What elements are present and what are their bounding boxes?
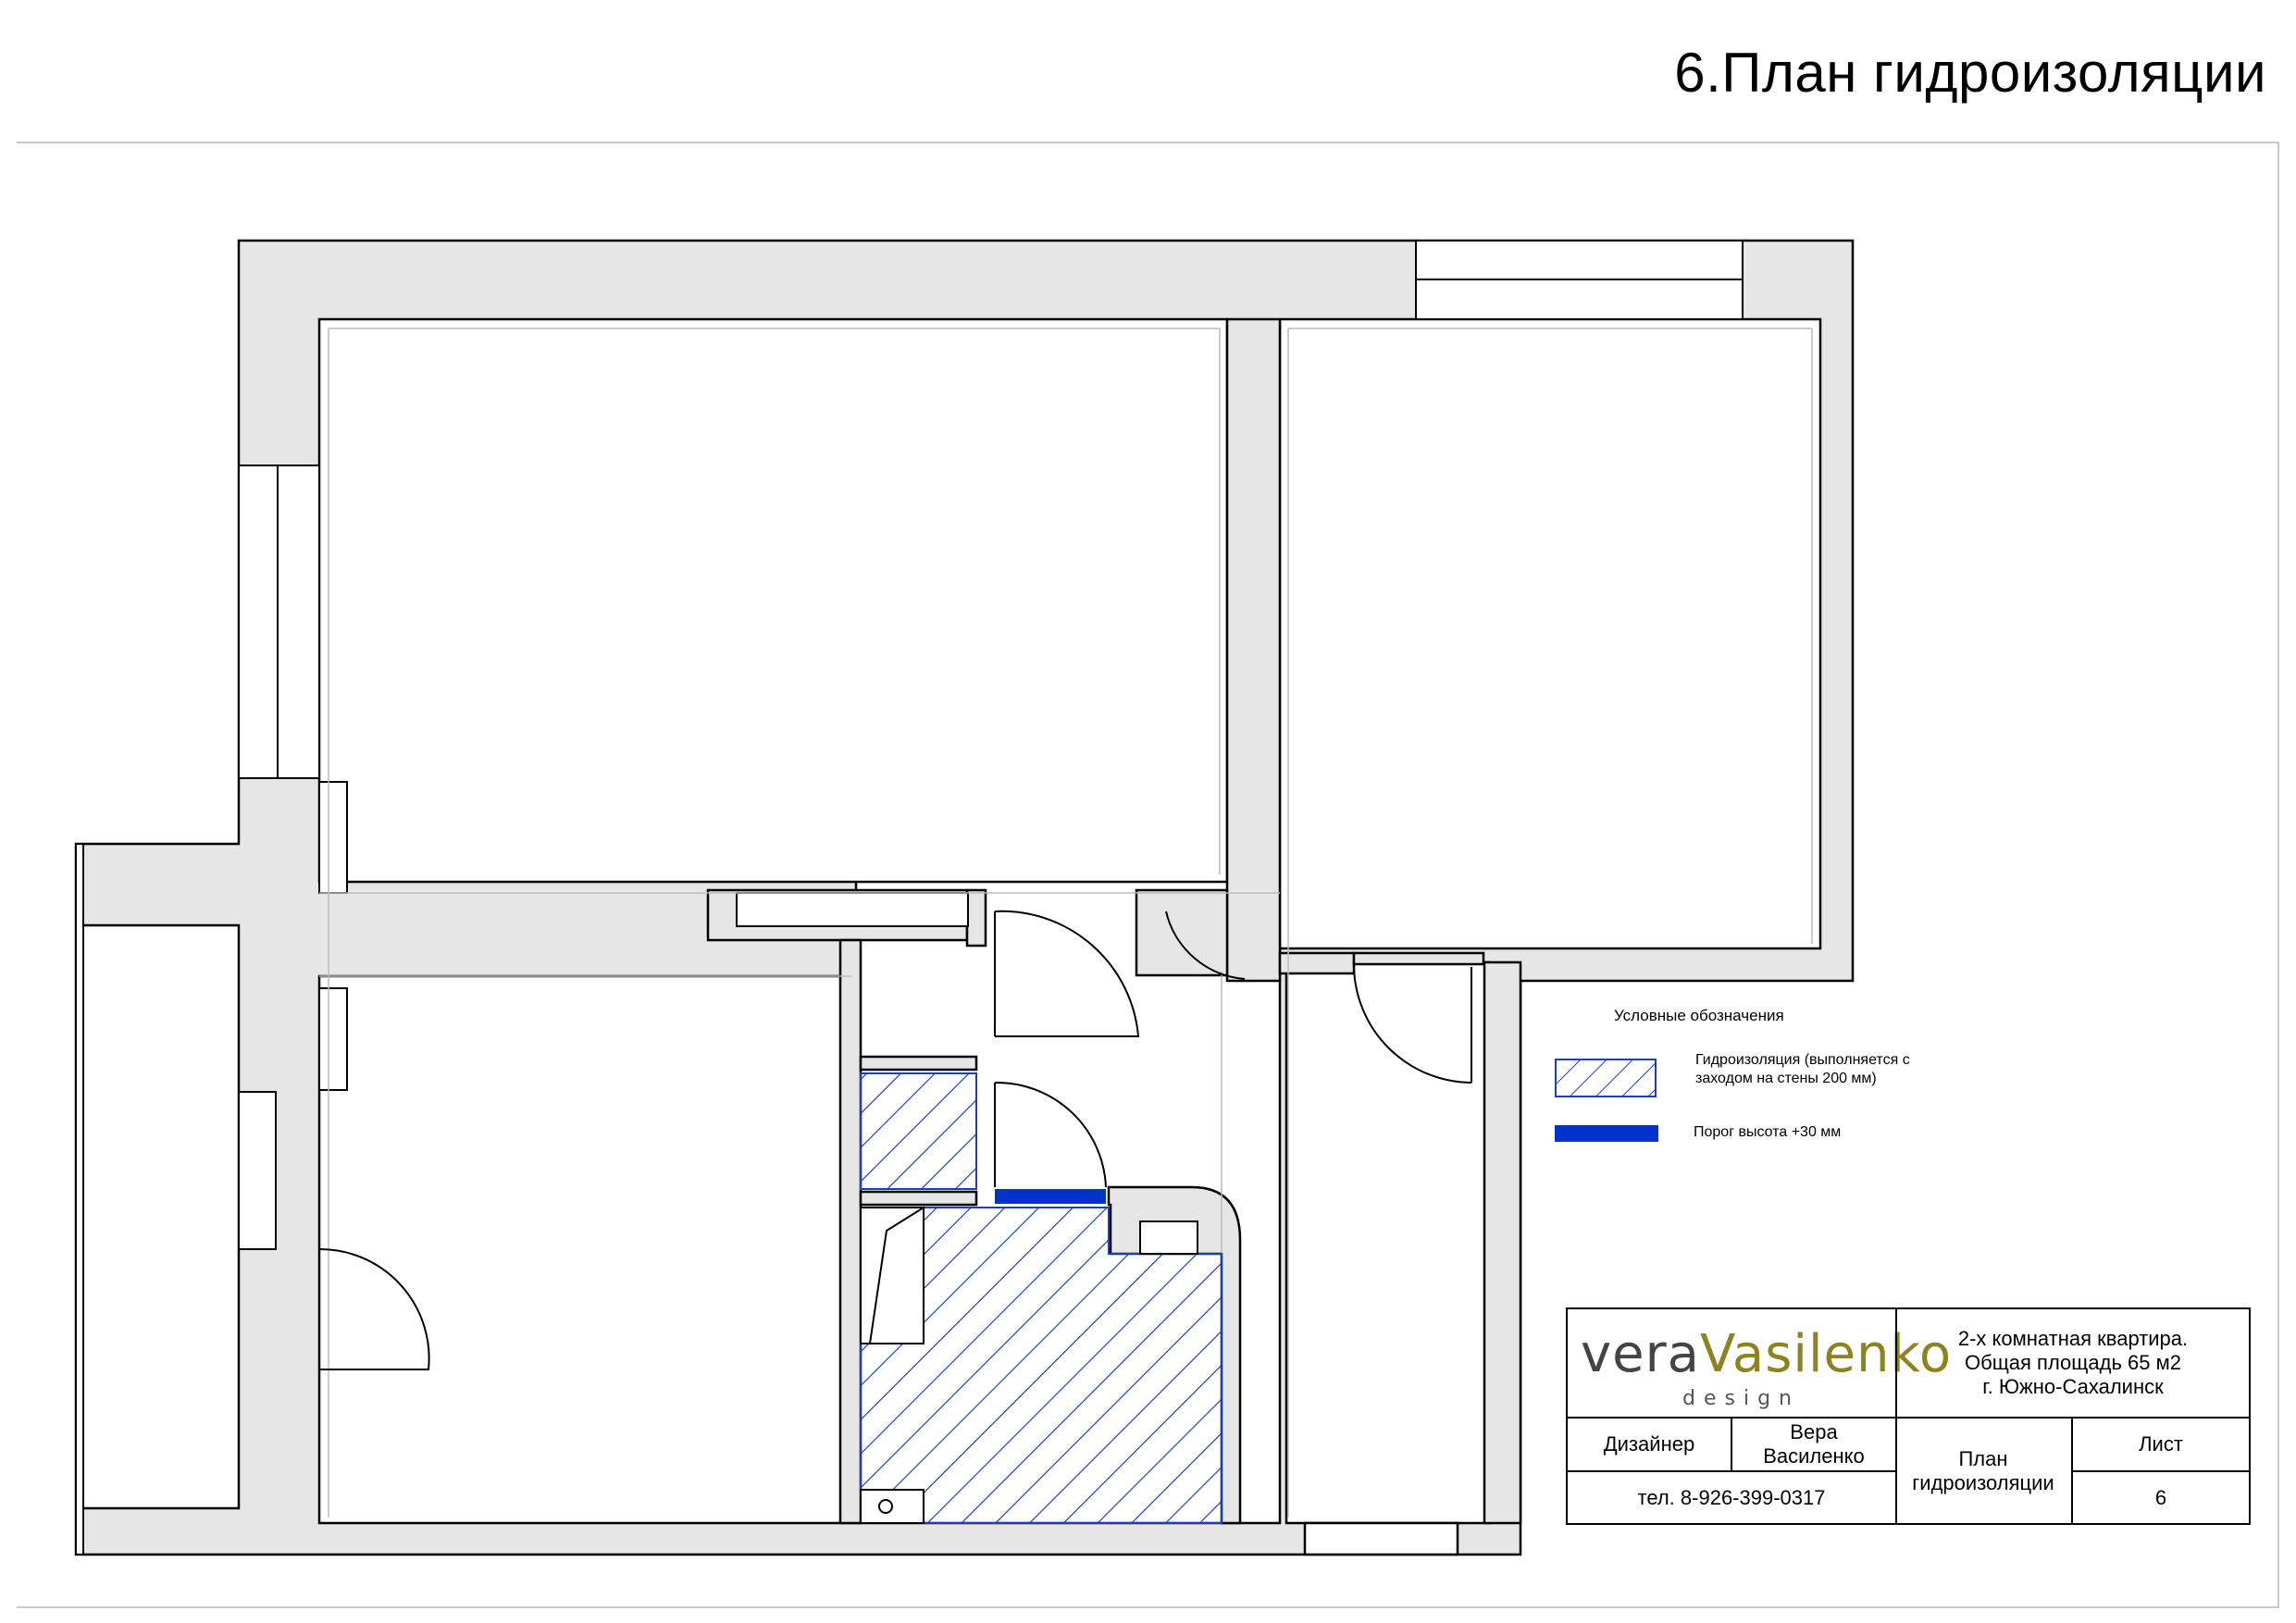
logo-subtitle: design (1682, 1387, 1800, 1410)
logo: veraVasilenko design (1575, 1319, 1951, 1411)
designer-name: Вера Василенко (1763, 1420, 1865, 1468)
designer-label: Дизайнер (1603, 1432, 1695, 1456)
stamp-divider-v2 (1731, 1417, 1732, 1470)
sheet-number: 6 (2154, 1485, 2167, 1509)
legend-threshold-swatch (1555, 1125, 1658, 1142)
legend-threshold-label: Порог высота +30 мм (1694, 1124, 1842, 1140)
logo-part-vera: vera (1581, 1324, 1700, 1384)
drawing-name: План гидроизоляции (1912, 1446, 2054, 1494)
project-line-3: г. Южно-Сахалинск (1982, 1375, 2164, 1398)
legend-waterproofing-label: Гидроизоляция (выполняется с заходом на … (1695, 1052, 1910, 1086)
project-line-1: 2-х комнатная квартира. (1957, 1327, 2189, 1350)
waterproofing-toilet (860, 1072, 977, 1190)
project-line-2: Общая площадь 65 м2 (1964, 1351, 2181, 1374)
designer-phone: тел. 8-926-399-0317 (1637, 1485, 1826, 1509)
legend-hatch-swatch (1555, 1059, 1657, 1097)
project-info: 2-х комнатная квартира. Общая площадь 65… (1897, 1309, 2249, 1417)
title-block: veraVasilenko design 2-х комнатная кварт… (1566, 1307, 2251, 1525)
sheet-label: Лист (2139, 1432, 2183, 1456)
threshold-strip (995, 1189, 1106, 1204)
legend-title: Условные обозначения (1614, 1007, 1784, 1024)
